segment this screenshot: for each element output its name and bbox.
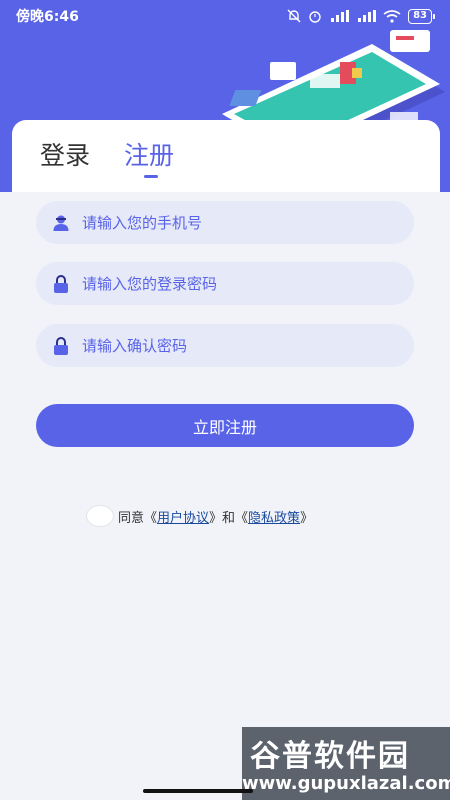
watermark: 谷普软件园 www.gupuxlazal.com (242, 727, 450, 800)
password-field[interactable] (36, 262, 414, 305)
privacy-policy-link[interactable]: 隐私政策 (248, 507, 300, 526)
agreement-prefix: 同意《 (118, 510, 158, 526)
tab-register[interactable]: 注册 (124, 136, 174, 172)
alarm-icon (309, 11, 321, 23)
user-icon (52, 214, 70, 232)
agreement-suffix: 》 (300, 510, 314, 526)
signal-hd-icon (358, 10, 377, 22)
watermark-title: 谷普软件园 (250, 739, 410, 774)
home-indicator[interactable] (143, 789, 253, 793)
active-tab-indicator (144, 175, 158, 178)
wifi-icon (383, 9, 401, 23)
register-button[interactable]: 立即注册 (36, 404, 414, 447)
auth-tabs: 登录 注册 (12, 120, 440, 192)
phone-field[interactable] (36, 201, 414, 244)
status-time: 傍晚6:46 (16, 9, 79, 25)
mute-icon (287, 9, 301, 23)
agreement-row: 同意《 用户协议 》和《 隐私政策 》 (86, 504, 313, 528)
tab-login[interactable]: 登录 (40, 136, 90, 172)
password-input[interactable] (82, 274, 382, 293)
confirm-password-input[interactable] (82, 336, 382, 355)
lock-icon (52, 274, 70, 293)
phone-input[interactable] (82, 213, 382, 232)
confirm-password-field[interactable] (36, 324, 414, 367)
user-agreement-link[interactable]: 用户协议 (157, 507, 209, 526)
agree-radio[interactable] (86, 505, 114, 527)
watermark-url: www.gupuxlazal.com (242, 773, 450, 794)
agreement-middle: 》和《 (209, 510, 249, 526)
lock-icon (52, 336, 70, 355)
header-banner: 傍晚6:46 83 登录 注册 (0, 0, 450, 192)
signal-hd-icon (331, 10, 350, 22)
